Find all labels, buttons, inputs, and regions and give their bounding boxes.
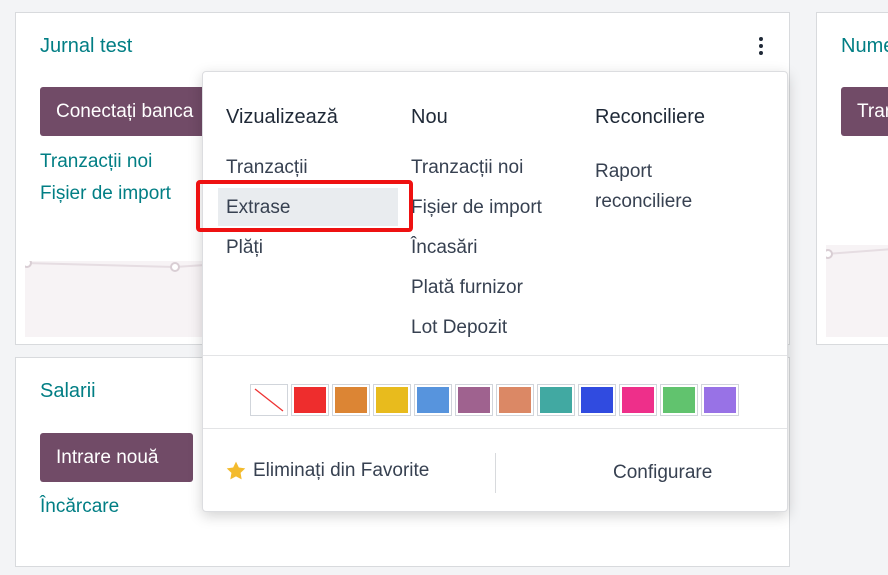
color-swatch-violet[interactable] [701, 384, 739, 416]
view-payments-item[interactable]: Plăți [226, 237, 263, 259]
import-file-item[interactable]: Fișier de import [411, 197, 542, 219]
salary-title[interactable]: Salarii [40, 380, 96, 403]
journal-title[interactable]: Jurnal test [40, 35, 132, 58]
receipts-item[interactable]: Încasări [411, 237, 478, 259]
color-swatch-teal[interactable] [537, 384, 575, 416]
configure-button[interactable]: Configurare [613, 462, 712, 484]
remove-favorite-button[interactable]: Eliminați din Favorite [225, 460, 429, 482]
color-swatch-red[interactable] [291, 384, 329, 416]
view-column-header: Vizualizează [226, 106, 338, 128]
color-swatch-light-blue[interactable] [414, 384, 452, 416]
cash-card-title[interactable]: Numerar [841, 35, 888, 58]
reconcile-column-header: Reconciliere [595, 106, 706, 128]
connect-bank-button[interactable]: Conectați banca [40, 87, 218, 136]
color-swatch-blue[interactable] [578, 384, 616, 416]
no-color-icon [254, 388, 284, 412]
cash-card-button[interactable]: Tranzacții noi [841, 87, 888, 136]
reconciliation-report-item[interactable]: Raport reconciliere [595, 157, 725, 217]
view-transactions-item[interactable]: Tranzacții [226, 157, 308, 179]
divider-top [203, 355, 787, 356]
deposit-batch-item[interactable]: Lot Depozit [411, 317, 507, 339]
vendor-payment-item[interactable]: Plată furnizor [411, 277, 523, 299]
color-swatch-yellow[interactable] [373, 384, 411, 416]
new-transactions-item[interactable]: Tranzacții noi [411, 157, 523, 179]
color-swatch-salmon[interactable] [496, 384, 534, 416]
kebab-menu-icon[interactable] [756, 35, 766, 57]
color-swatch-purple[interactable] [455, 384, 493, 416]
new-transactions-link[interactable]: Tranzacții noi [40, 151, 152, 173]
color-swatch-pink[interactable] [619, 384, 657, 416]
upload-link[interactable]: Încărcare [40, 496, 119, 518]
import-file-link[interactable]: Fișier de import [40, 183, 171, 205]
graph-line [22, 258, 206, 272]
cash-graph [823, 245, 888, 337]
footer-separator [495, 453, 496, 493]
color-swatch-green[interactable] [660, 384, 698, 416]
journal-graph [22, 258, 206, 337]
color-swatch-orange[interactable] [332, 384, 370, 416]
new-entry-button[interactable]: Intrare nouă [40, 433, 193, 482]
star-icon [226, 461, 246, 480]
remove-favorite-label: Eliminați din Favorite [253, 460, 430, 481]
journal-dropdown-menu: Vizualizează Nou Reconciliere Tranzacții… [202, 71, 788, 512]
divider-bottom [203, 428, 787, 429]
annotation-highlight-box [196, 180, 413, 232]
new-column-header: Nou [411, 106, 448, 128]
color-swatch-none[interactable] [250, 384, 288, 416]
cash-card: Numerar Tranzacții noi [816, 12, 888, 345]
cash-graph-line [823, 248, 888, 259]
